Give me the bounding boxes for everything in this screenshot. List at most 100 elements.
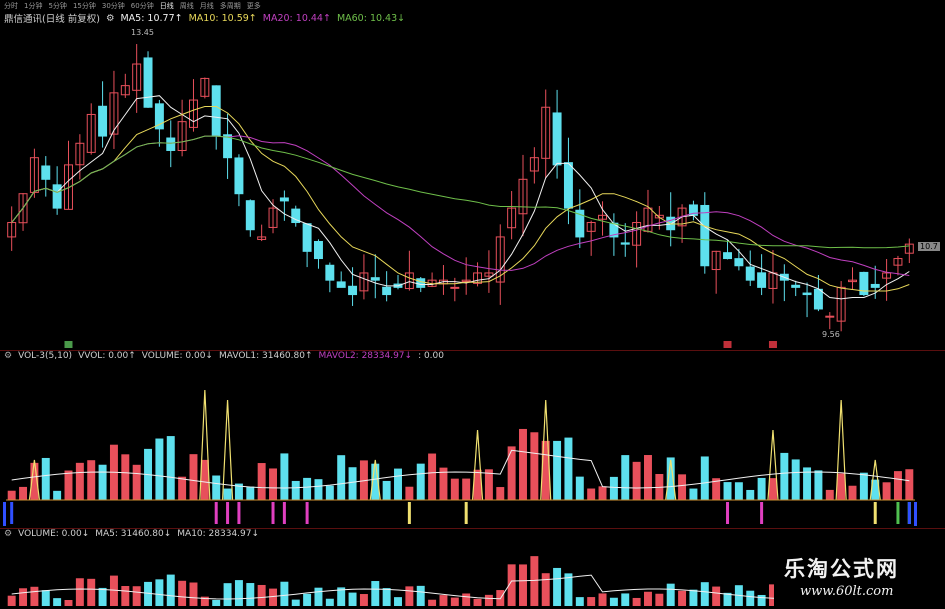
vol-bar xyxy=(155,438,164,500)
vol-stub xyxy=(226,502,230,524)
vol-bar xyxy=(280,453,289,500)
candle-body xyxy=(370,277,380,281)
candle-body xyxy=(825,315,835,318)
candle-body xyxy=(700,204,710,267)
vol-bar xyxy=(53,490,62,500)
vol-bar xyxy=(98,464,107,500)
volume-bar xyxy=(416,585,425,606)
vol-bar xyxy=(757,477,766,500)
vol-bar xyxy=(564,437,573,500)
volume-bar xyxy=(291,599,300,606)
vol-bar xyxy=(507,446,516,500)
vol-bar xyxy=(121,454,130,500)
volume-bar xyxy=(246,583,255,606)
volume-bar xyxy=(621,593,630,606)
vol-bar xyxy=(598,486,607,500)
candle-body xyxy=(313,240,323,260)
vol-bar xyxy=(223,488,232,500)
mavol2-value: MAVOL2: 28334.97↓ xyxy=(318,351,413,361)
candle-body xyxy=(143,57,153,108)
volume-bar xyxy=(405,586,414,606)
vol-bar xyxy=(496,487,505,500)
vol-stub xyxy=(407,502,411,524)
volume-bar xyxy=(450,597,459,606)
volume-bar xyxy=(394,597,402,606)
vol-bar xyxy=(178,476,187,500)
candle-body xyxy=(325,264,335,281)
vol-bar xyxy=(678,474,687,500)
volume-bar xyxy=(598,593,607,606)
volume-indicator-info: ⚙ VOLUME: 0.00↓ MA5: 31460.80↓ MA10: 283… xyxy=(4,529,259,539)
vol-bar xyxy=(450,478,459,500)
volume-bar xyxy=(189,582,198,606)
vol-stub xyxy=(271,502,275,524)
vol-bar xyxy=(269,468,277,500)
candle-body xyxy=(563,162,573,209)
candle-body xyxy=(552,112,562,166)
vol-stub xyxy=(10,502,14,524)
vol-bar xyxy=(825,489,834,500)
mavol1-value: MAVOL1: 31460.80↑ xyxy=(218,351,313,361)
vol-bar xyxy=(814,470,823,500)
vol-bar xyxy=(75,462,84,500)
ma10-line xyxy=(11,106,910,292)
ma60-line xyxy=(11,135,910,249)
volume-bar xyxy=(257,584,266,606)
candle-body xyxy=(757,272,767,288)
volume-bar xyxy=(632,597,641,606)
volume-bar xyxy=(303,593,312,606)
candle-body xyxy=(245,200,255,231)
volume-bar xyxy=(519,564,527,606)
vol-bar xyxy=(337,455,346,500)
candle-body xyxy=(279,197,289,202)
vol-bar xyxy=(734,482,743,500)
volume-bar xyxy=(132,586,141,606)
vol-bar xyxy=(382,480,391,500)
volume-value: VOLUME: 0.00↓ xyxy=(18,529,90,539)
candle-body xyxy=(336,281,346,288)
vol-bar xyxy=(428,453,437,500)
price-low-label: 9.56 xyxy=(822,330,840,339)
ma5-line xyxy=(11,95,910,300)
vol-stub xyxy=(237,502,241,524)
candle-body xyxy=(234,157,244,195)
volume-bar xyxy=(587,597,596,606)
volume-bar xyxy=(280,581,289,606)
volume-bar xyxy=(689,589,698,606)
volume-bar xyxy=(575,597,584,606)
vol-bar xyxy=(723,482,732,500)
vol-bar xyxy=(700,456,709,500)
volume-bar xyxy=(678,590,687,606)
vol-bar xyxy=(746,489,755,500)
volume-value: VOLUME: 0.00↓ xyxy=(141,351,213,361)
volume-bar xyxy=(666,583,675,606)
vol-bar xyxy=(859,472,868,500)
candle-body xyxy=(416,278,426,288)
volume-bar xyxy=(484,594,493,606)
vol-stub xyxy=(896,502,900,524)
vol-bar xyxy=(325,485,334,500)
volume-bar xyxy=(439,595,448,606)
vol-bar xyxy=(553,440,562,500)
volume-bar xyxy=(371,581,380,606)
signal-marker xyxy=(64,341,73,348)
volume-bar xyxy=(178,580,187,606)
candle-body xyxy=(211,85,221,137)
candle-body xyxy=(734,258,744,267)
candle-body xyxy=(348,285,358,296)
stock-chart[interactable] xyxy=(0,0,945,609)
vol-bar xyxy=(530,432,539,500)
settings-icon[interactable]: ⚙ xyxy=(4,351,12,361)
watermark-title: 乐淘公式网 xyxy=(784,557,899,581)
volume-bar xyxy=(314,587,323,606)
vol-bar xyxy=(246,486,255,500)
settings-icon[interactable]: ⚙ xyxy=(4,529,12,539)
vol-stub xyxy=(282,502,286,524)
volume-bar xyxy=(541,573,550,606)
candle-body xyxy=(813,288,823,310)
vol-bar xyxy=(882,482,891,500)
vol-bar xyxy=(291,480,300,500)
volume-bar xyxy=(155,579,164,606)
candle-body xyxy=(166,137,176,151)
vol-bar xyxy=(189,454,198,500)
